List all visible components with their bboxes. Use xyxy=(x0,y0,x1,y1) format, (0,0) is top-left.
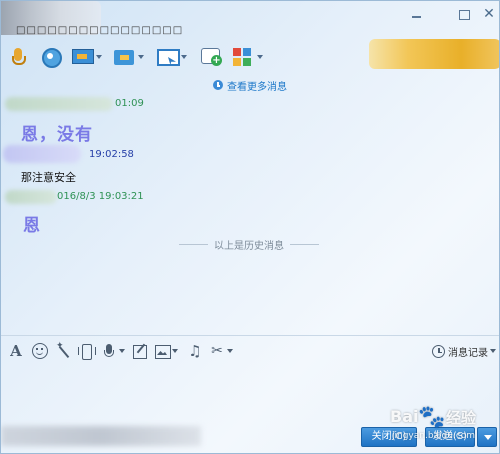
create-group-chat-button[interactable] xyxy=(200,45,222,69)
emoji-button[interactable] xyxy=(32,341,48,361)
window-shake-button[interactable] xyxy=(78,341,96,361)
apps-grid-icon xyxy=(232,46,254,68)
message-text: 那注意安全 xyxy=(21,171,76,184)
screenshot-edit-button[interactable] xyxy=(132,341,148,361)
send-image-button[interactable] xyxy=(154,341,178,361)
chevron-down-icon[interactable] xyxy=(227,349,233,353)
remote-desktop-button[interactable] xyxy=(156,45,187,69)
message-text: 恩 xyxy=(23,216,41,236)
screen-share-button[interactable] xyxy=(71,45,102,69)
input-toolbar: A ♫ ✂ 消息记录 xyxy=(1,340,499,362)
video-call-button[interactable] xyxy=(39,45,62,69)
chat-add-icon xyxy=(200,46,222,68)
font-button[interactable]: A xyxy=(8,341,24,361)
smile-icon xyxy=(32,343,48,359)
chevron-down-icon[interactable] xyxy=(96,55,102,59)
font-icon: A xyxy=(10,342,22,360)
edit-icon xyxy=(132,343,148,359)
divider-line xyxy=(179,243,208,245)
pane-splitter[interactable] xyxy=(1,335,499,336)
ad-banner-blurred[interactable] xyxy=(369,39,499,69)
view-more-messages-link[interactable]: 查看更多消息 xyxy=(213,78,287,93)
folder-transfer-icon xyxy=(113,46,135,68)
clock-icon xyxy=(213,80,223,90)
message-time: 19:02:58 xyxy=(89,149,134,160)
microphone-icon xyxy=(101,343,117,359)
contact-signature: □□□□□□□□□□□□□□□□ xyxy=(16,25,184,36)
chevron-down-icon[interactable] xyxy=(490,349,496,353)
status-text-blurred xyxy=(1,426,201,446)
shake-icon xyxy=(78,343,96,360)
music-note-icon: ♫ xyxy=(188,342,202,360)
paw-icon: 🐾 xyxy=(418,405,446,430)
voice-message-button[interactable] xyxy=(101,341,125,361)
chat-window: □□□□□□□□□□□□□□□□ ✕ + 查看更多消息 01:09 恩，没有 1… xyxy=(0,0,500,454)
magic-wand-icon xyxy=(56,341,72,359)
title-bar: □□□□□□□□□□□□□□□□ ✕ xyxy=(1,1,499,37)
microphone-icon xyxy=(7,46,29,68)
message-text: 恩，没有 xyxy=(21,125,93,145)
minimize-button[interactable] xyxy=(406,6,426,22)
magic-expression-button[interactable] xyxy=(56,341,72,361)
webcam-icon xyxy=(39,46,62,68)
chevron-down-icon[interactable] xyxy=(181,55,187,59)
divider-line xyxy=(290,243,319,245)
message-time: 016/8/3 19:03:21 xyxy=(57,191,144,202)
chevron-down-icon[interactable] xyxy=(257,55,263,59)
sender-name-blurred xyxy=(5,97,113,111)
sender-name-blurred xyxy=(5,190,57,204)
file-transfer-button[interactable] xyxy=(113,45,144,69)
chat-history-area[interactable]: 查看更多消息 01:09 恩，没有 19:02:58 那注意安全 016/8/3… xyxy=(1,73,499,335)
voice-call-button[interactable] xyxy=(7,45,29,69)
maximize-button[interactable] xyxy=(454,6,474,22)
history-divider: 以上是历史消息 xyxy=(179,237,319,252)
screen-share-icon xyxy=(71,46,94,68)
chevron-down-icon[interactable] xyxy=(119,349,125,353)
top-toolbar xyxy=(1,41,301,71)
apps-button[interactable] xyxy=(232,45,263,69)
chevron-down-icon[interactable] xyxy=(172,349,178,353)
close-window-button[interactable]: ✕ xyxy=(479,6,499,22)
music-button[interactable]: ♫ xyxy=(187,341,203,361)
message-history-button[interactable]: 消息记录 xyxy=(432,341,496,361)
remote-desktop-icon xyxy=(156,46,180,68)
clock-icon xyxy=(432,344,445,358)
chevron-down-icon[interactable] xyxy=(138,55,144,59)
image-icon xyxy=(154,343,171,359)
screenshot-button[interactable]: ✂ xyxy=(209,341,233,361)
scissors-icon: ✂ xyxy=(211,343,223,359)
baidu-watermark: Bai 🐾 经验 jingyan.baidu.com xyxy=(390,405,477,441)
message-time: 01:09 xyxy=(115,98,144,109)
sender-name-blurred xyxy=(3,145,81,163)
